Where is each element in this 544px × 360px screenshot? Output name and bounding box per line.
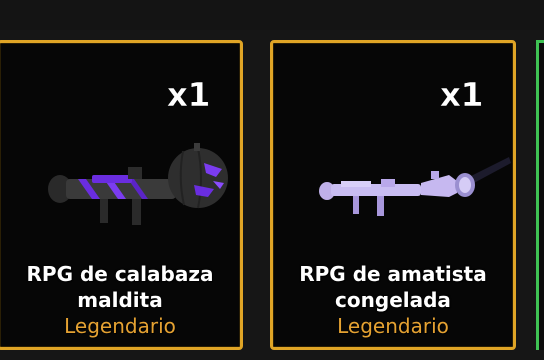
item-rarity: Legendario — [64, 314, 176, 338]
cursed-pumpkin-rpg-icon — [48, 143, 228, 225]
item-quantity: x1 — [439, 75, 483, 115]
next-item-card-edge[interactable] — [536, 40, 544, 350]
inventory-item-card[interactable]: x1 RPG de calabaza maldita Legendario — [0, 40, 243, 350]
top-bar — [0, 0, 544, 30]
item-rarity: Legendario — [337, 314, 449, 338]
frozen-amethyst-rpg-icon — [319, 157, 511, 216]
item-name: RPG de calabaza maldita — [26, 262, 214, 312]
inventory-item-card[interactable]: x1 RPG de amatista congelada Legendario — [270, 40, 516, 350]
item-name: RPG de amatista congelada — [299, 262, 487, 312]
item-quantity: x1 — [166, 75, 210, 115]
